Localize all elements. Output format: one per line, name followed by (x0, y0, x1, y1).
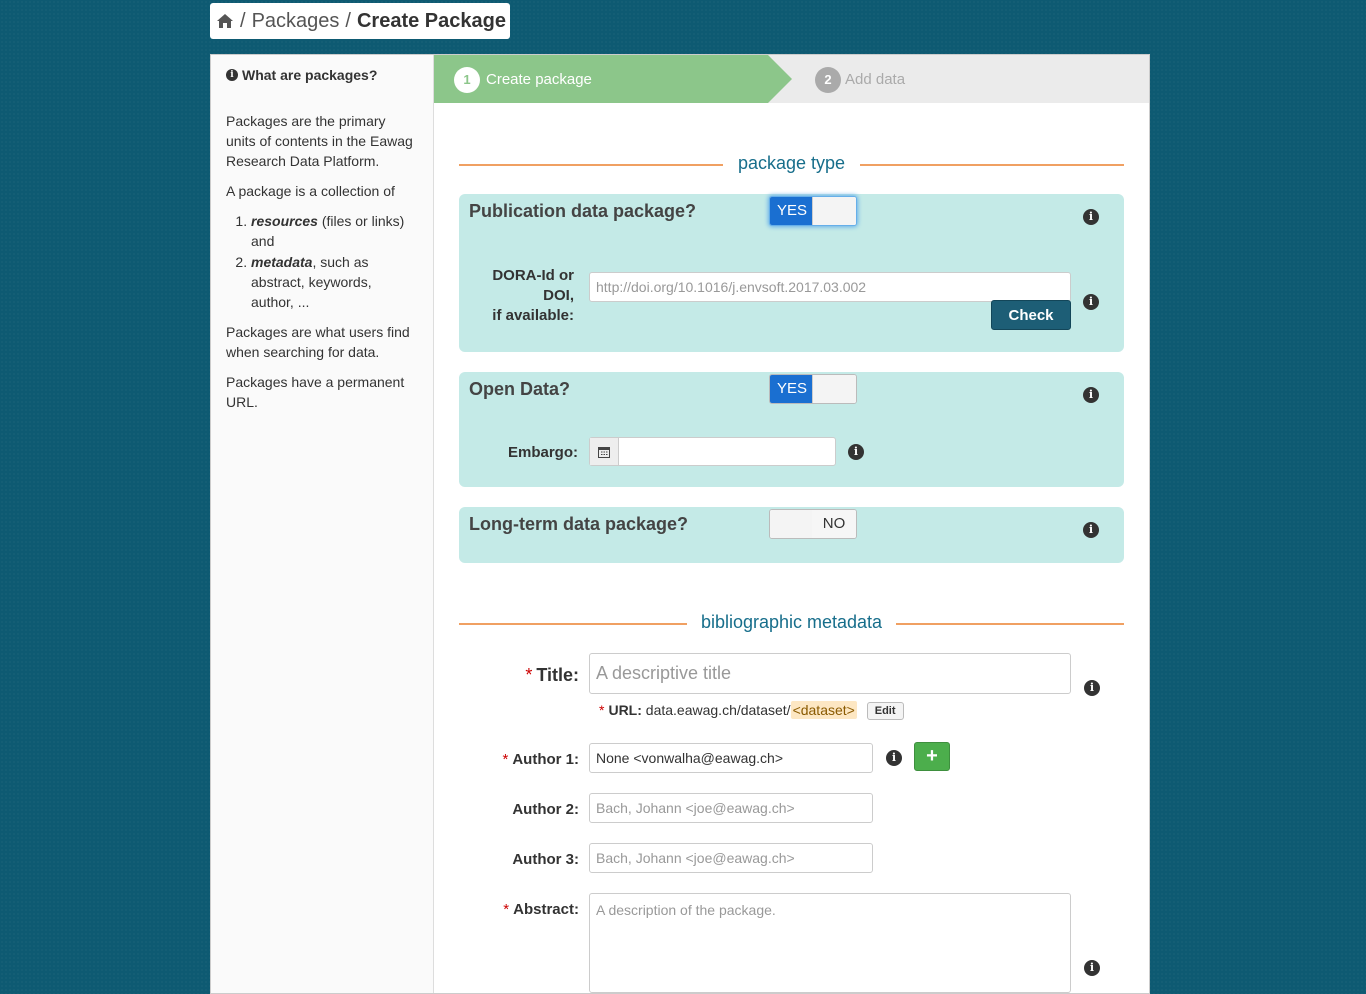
breadcrumb-packages-link[interactable]: Packages (252, 10, 340, 33)
list-item: resources (files or links) and (251, 211, 418, 251)
toggle-no-label: NO (812, 510, 856, 538)
author1-label-text: Author 1: (512, 751, 579, 768)
author2-label: Author 2: (512, 801, 579, 818)
calendar-icon[interactable] (590, 438, 619, 465)
toggle-knob (812, 375, 856, 403)
author3-placeholder: Bach, Johann <joe@eawag.ch> (596, 850, 795, 866)
embargo-label: Embargo: (507, 444, 578, 461)
info-icon[interactable]: i (886, 750, 902, 766)
publication-toggle[interactable]: YES (769, 196, 857, 226)
required-mark: * (525, 665, 533, 685)
open-data-panel: Open Data? YES i Embargo: i (459, 372, 1124, 487)
check-button[interactable]: Check (991, 300, 1071, 330)
doi-label-line: DORA-Id or DOI, (492, 267, 574, 304)
breadcrumb-separator: / (345, 9, 351, 32)
toggle-knob (770, 510, 814, 538)
info-icon[interactable]: i (1084, 680, 1100, 696)
info-icon: i (226, 69, 238, 81)
breadcrumb-current: Create Package (356, 9, 506, 32)
author1-input[interactable]: None <vonwalha@eawag.ch> (589, 743, 873, 773)
sidebar-list: resources (files or links) and metadata,… (226, 211, 418, 312)
list-item-emphasis: resources (251, 213, 318, 229)
info-icon[interactable]: i (1083, 209, 1099, 225)
author1-label: * Author 1: (459, 751, 579, 768)
url-line: * URL: data.eawag.ch/dataset/<dataset> Ed… (599, 701, 904, 721)
abstract-placeholder: A description of the package. (596, 902, 776, 918)
sidebar-paragraph: Packages are the primary units of conten… (226, 113, 413, 169)
list-item-emphasis: metadata (251, 254, 313, 270)
url-base: data.eawag.ch/dataset/ (645, 702, 791, 718)
abstract-label: * Abstract: (459, 901, 579, 918)
required-mark: * (599, 702, 605, 718)
home-icon[interactable] (216, 12, 234, 30)
stage-number: 2 (815, 67, 841, 93)
author1-value: None <vonwalha@eawag.ch> (596, 750, 784, 766)
doi-label: DORA-Id or DOI, if available: (459, 266, 574, 326)
embargo-input[interactable] (589, 437, 836, 466)
toggle-knob (812, 197, 856, 225)
author2-input[interactable]: Bach, Johann <joe@eawag.ch> (589, 793, 873, 823)
author3-label: Author 3: (512, 851, 579, 868)
abstract-textarea[interactable]: A description of the package. (589, 893, 1071, 993)
publication-panel: Publication data package? YES i DORA-Id … (459, 194, 1124, 352)
sidebar-paragraph: A package is a collection of (226, 183, 395, 199)
edit-url-button[interactable]: Edit (866, 702, 904, 721)
open-data-toggle[interactable]: YES (769, 374, 857, 404)
breadcrumb-separator: / (240, 9, 246, 32)
sidebar: i What are packages? Packages are the pr… (211, 55, 434, 993)
sidebar-paragraph: Packages are what users find when search… (226, 324, 410, 360)
info-icon[interactable]: i (1083, 522, 1099, 538)
abstract-label-text: Abstract: (513, 901, 579, 918)
long-term-panel: Long-term data package? NO i (459, 507, 1124, 563)
stages-bar: 1 Create package 2 Add data (434, 55, 1149, 103)
add-author-button[interactable]: + (914, 742, 950, 771)
required-mark: * (502, 751, 509, 768)
doi-placeholder: http://doi.org/10.1016/j.envsoft.2017.03… (596, 279, 867, 295)
info-icon[interactable]: i (1083, 387, 1099, 403)
required-mark: * (503, 901, 510, 918)
publication-title: Publication data package? (469, 201, 697, 221)
stage-number: 1 (454, 67, 480, 93)
info-icon[interactable]: i (1083, 294, 1099, 310)
info-icon[interactable]: i (1084, 960, 1100, 976)
toggle-yes-label: YES (770, 375, 814, 403)
list-item: metadata, such as abstract, keywords, au… (251, 252, 418, 312)
long-term-title: Long-term data package? (469, 514, 689, 534)
title-input[interactable]: A descriptive title (589, 653, 1071, 694)
open-data-title: Open Data? (469, 379, 571, 399)
main-wrapper: i What are packages? Packages are the pr… (210, 54, 1150, 994)
url-slug: <dataset> (790, 701, 857, 719)
title-placeholder: A descriptive title (596, 663, 732, 683)
author2-placeholder: Bach, Johann <joe@eawag.ch> (596, 800, 795, 816)
section-heading-package-type: package type (459, 153, 1124, 175)
url-label: URL: (608, 702, 642, 718)
sidebar-title: i What are packages? (226, 65, 418, 85)
stage-label: Add data (845, 71, 906, 88)
section-heading-bibliographic: bibliographic metadata (459, 612, 1124, 634)
stage-label: Create package (486, 71, 592, 88)
breadcrumb: / Packages / Create Package (210, 3, 510, 39)
toggle-yes-label: YES (770, 197, 814, 225)
title-label-text: Title: (536, 665, 579, 685)
stage-create-package[interactable]: 1 Create package (434, 55, 792, 103)
doi-label-line: if available: (492, 307, 574, 324)
sidebar-title-text: What are packages? (242, 67, 378, 83)
doi-input[interactable]: http://doi.org/10.1016/j.envsoft.2017.03… (589, 272, 1071, 302)
info-icon[interactable]: i (848, 444, 864, 460)
long-term-toggle[interactable]: NO (769, 509, 857, 539)
author3-input[interactable]: Bach, Johann <joe@eawag.ch> (589, 843, 873, 873)
section-title: bibliographic metadata (700, 612, 883, 632)
title-label: * Title: (459, 665, 579, 686)
sidebar-paragraph: Packages have a permanent URL. (226, 374, 405, 410)
section-title: package type (737, 153, 846, 173)
